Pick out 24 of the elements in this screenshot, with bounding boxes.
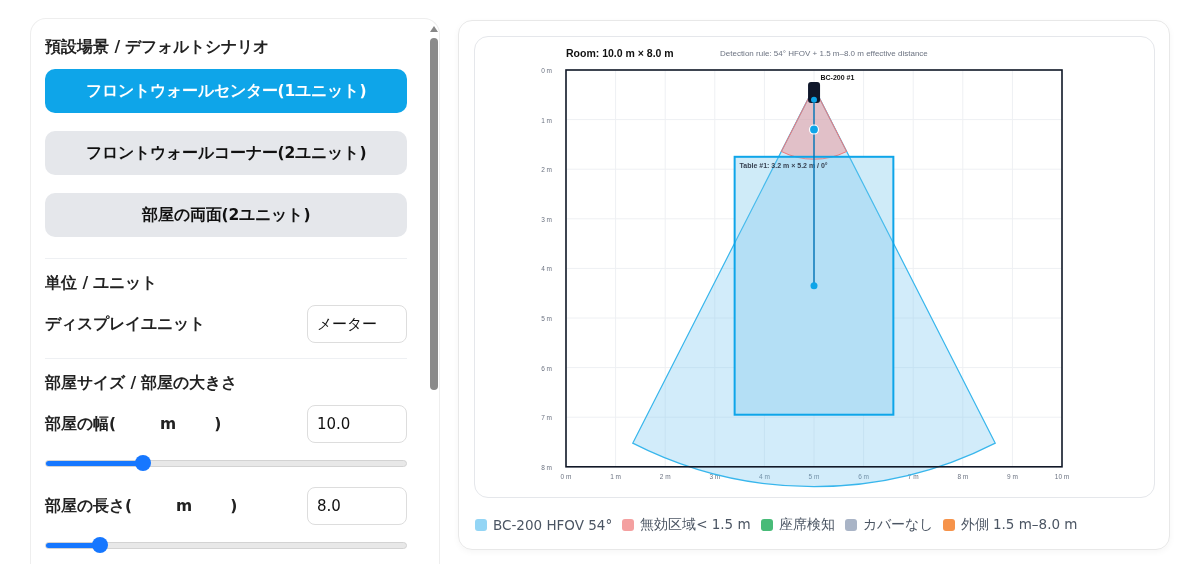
section-title: 部屋サイズ / 部屋の大きさ	[45, 373, 239, 394]
section-title: 単位 / ユニット	[45, 273, 159, 294]
slider[interactable]	[45, 537, 407, 553]
legend-label: 外側 1.5 m–8.0 m	[960, 516, 1078, 534]
scroll-up-icon[interactable]	[429, 25, 439, 33]
field-label: 部屋の幅( m )	[45, 413, 222, 435]
input-field[interactable]: 8.0	[307, 487, 407, 525]
input-field[interactable]: 10.0	[307, 405, 407, 443]
legend-label: カバーなし	[862, 516, 933, 534]
slider[interactable]	[45, 455, 407, 471]
field-label: ディスプレイユニット	[45, 313, 205, 335]
sensor-point	[811, 96, 817, 103]
detection-rule: Detection rule: 54° HFOV + 1.5 m–8.0 m effective distance	[720, 49, 928, 58]
section-title: 預設場景 / デフォルトシナリオ	[45, 37, 271, 58]
legend-label: BC-200 HFOV 54°	[493, 517, 613, 533]
preset-button[interactable]: フロントウォールコーナー(2ユニット)	[45, 131, 407, 175]
handle-dot[interactable]	[808, 124, 820, 135]
room-title: Room: 10.0 m × 8.0 m	[566, 47, 674, 59]
unit-field[interactable]: メーター	[307, 305, 407, 343]
preset-button[interactable]: 部屋の両面(2ユニット)	[45, 193, 407, 237]
legend-label: 座席検知	[778, 516, 835, 534]
field-label: 部屋の長さ( m )	[45, 495, 238, 517]
scroll-thumb[interactable]	[430, 38, 438, 390]
legend-label: 無効区域< 1.5 m	[640, 516, 751, 534]
